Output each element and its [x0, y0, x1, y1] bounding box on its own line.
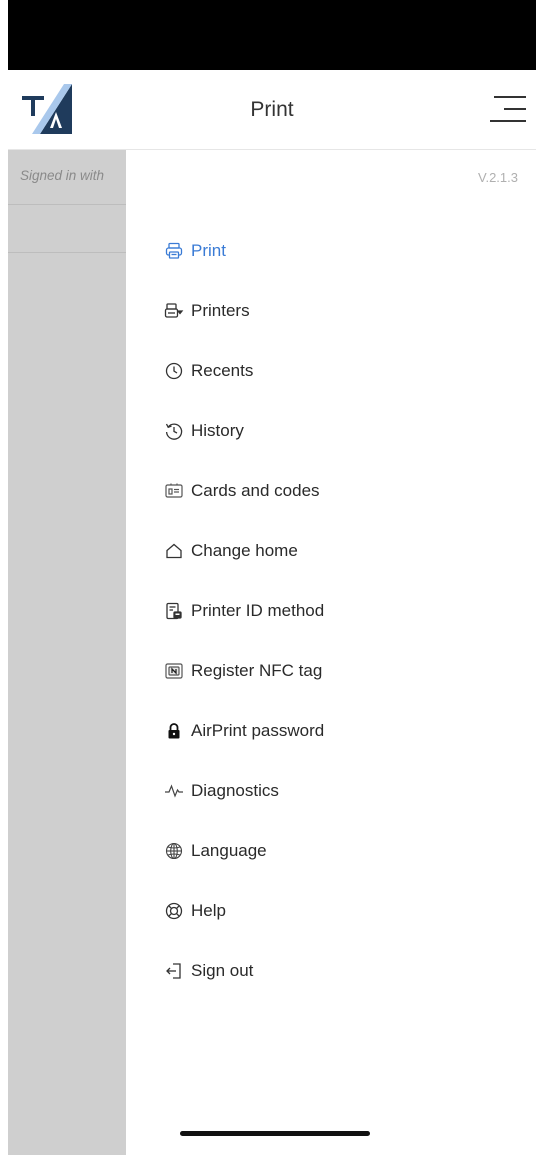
clock-icon: [164, 361, 184, 381]
menu-line-icon: [504, 108, 526, 110]
pulse-icon: [164, 781, 184, 801]
navigation-drawer: V.2.1.3 Print Printers Recents History C…: [126, 150, 536, 1155]
menu-item-label: Diagnostics: [191, 781, 279, 800]
sign-out-icon: [164, 961, 184, 981]
menu-item-language[interactable]: Language: [164, 836, 267, 866]
menu-item-print[interactable]: Print: [164, 236, 226, 266]
nfc-icon: [164, 661, 184, 681]
menu-item-label: Sign out: [191, 961, 254, 980]
printers-icon: [164, 301, 184, 321]
signed-in-text: Signed in with: [8, 150, 126, 205]
hamburger-menu-button[interactable]: [490, 94, 526, 124]
page-title: Print: [250, 98, 294, 121]
history-icon: [164, 421, 184, 441]
home-icon: [164, 541, 184, 561]
menu-item-label: Change home: [191, 541, 298, 560]
menu-item-label: AirPrint password: [191, 721, 325, 740]
lock-icon: [164, 721, 184, 741]
menu-item-recents[interactable]: Recents: [164, 356, 253, 386]
menu-item-register-nfc-tag[interactable]: Register NFC tag: [164, 656, 322, 686]
status-bar: [0, 0, 536, 70]
menu-item-label: Print: [191, 241, 226, 260]
menu-item-printer-id-method[interactable]: Printer ID method: [164, 596, 324, 626]
menu-item-printers[interactable]: Printers: [164, 296, 250, 326]
menu-item-label: Language: [191, 841, 267, 860]
menu-item-label: Help: [191, 901, 226, 920]
menu-item-label: Printer ID method: [191, 601, 325, 620]
globe-icon: [164, 841, 184, 861]
menu-item-label: Register NFC tag: [191, 661, 323, 680]
menu-item-label: Cards and codes: [191, 481, 320, 500]
menu-item-label: History: [191, 421, 244, 440]
menu-item-label: Printers: [191, 301, 250, 320]
printer-icon: [164, 241, 184, 261]
frame-edge: [0, 0, 8, 1155]
menu-line-icon: [490, 120, 526, 122]
id-card-icon: [164, 481, 184, 501]
menu-item-airprint-password[interactable]: AirPrint password: [164, 716, 324, 746]
background-row: [8, 205, 126, 253]
menu-item-sign-out[interactable]: Sign out: [164, 956, 253, 986]
printer-id-icon: [164, 601, 184, 621]
menu-item-history[interactable]: History: [164, 416, 244, 446]
menu-line-icon: [494, 96, 526, 98]
app-bar: Print: [8, 70, 536, 150]
menu-item-label: Recents: [191, 361, 254, 380]
version-label: V.2.1.3: [477, 170, 518, 185]
background-content-panel: Signed in with: [8, 150, 126, 1155]
menu-item-diagnostics[interactable]: Diagnostics: [164, 776, 279, 806]
lifebuoy-icon: [164, 901, 184, 921]
home-indicator[interactable]: [180, 1131, 370, 1136]
menu-item-help[interactable]: Help: [164, 896, 226, 926]
menu-item-change-home[interactable]: Change home: [164, 536, 298, 566]
menu-item-cards-and-codes[interactable]: Cards and codes: [164, 476, 320, 506]
